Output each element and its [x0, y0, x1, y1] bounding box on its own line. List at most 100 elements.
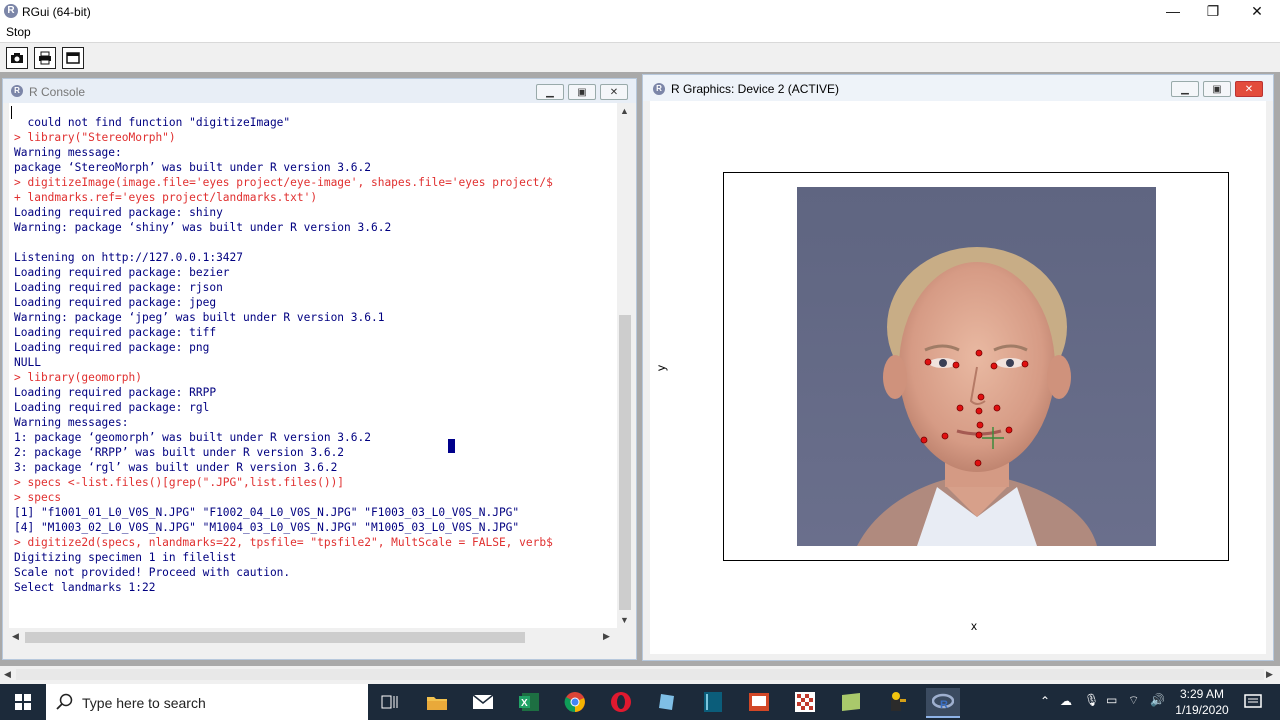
chrome-button[interactable] [560, 688, 590, 716]
cloud-icon[interactable]: ☁ [1060, 694, 1072, 708]
main-horizontal-scrollbar[interactable]: ◀ ▶ [0, 666, 1280, 684]
clock-time: 3:29 AM [1179, 687, 1225, 701]
horizontal-scroll-thumb[interactable] [25, 632, 525, 643]
console-restore-button[interactable]: ▣ [568, 84, 596, 100]
scroll-left-icon[interactable]: ◀ [12, 631, 19, 642]
scroll-track[interactable] [16, 669, 1264, 680]
console-horizontal-scrollbar[interactable]: ◀ ▶ [9, 629, 617, 645]
volume-icon[interactable]: 🔊 [1150, 693, 1165, 707]
start-button[interactable] [0, 684, 46, 720]
restore-icon: ▣ [577, 86, 587, 98]
scroll-right-icon[interactable]: ▶ [603, 631, 610, 642]
console-text-area[interactable]: could not find function "digitizeImage" >… [9, 103, 617, 628]
console-line: Loading required package: png [14, 341, 210, 354]
console-minimize-button[interactable]: ▁ [536, 84, 564, 100]
close-icon: ✕ [609, 86, 619, 98]
console-line: Select landmarks 1:22 [14, 581, 156, 594]
powerpoint-button[interactable] [744, 688, 774, 716]
svg-text:R: R [940, 699, 948, 711]
scroll-left-icon[interactable]: ◀ [4, 669, 11, 680]
windows-logo-icon [15, 694, 31, 710]
graphics-minimize-button[interactable]: ▁ [1171, 81, 1199, 97]
graphics-restore-button[interactable]: ▣ [1203, 81, 1231, 97]
console-line: Loading required package: jpeg [14, 296, 217, 309]
console-vertical-scrollbar[interactable]: ▲ ▼ [617, 103, 633, 628]
notification-icon [1244, 694, 1262, 708]
r-logo-icon: R [11, 85, 23, 97]
app-titlebar: R RGui (64-bit) — ❐ ✕ [0, 0, 1280, 24]
network-icon[interactable]: ▭ [1106, 693, 1117, 707]
face-photo[interactable] [797, 187, 1156, 546]
console-line: > specs <-list.files()[grep(".JPG",list.… [14, 476, 345, 489]
taskbar-search-box[interactable]: Type here to search [46, 684, 368, 720]
console-line: Loading required package: rjson [14, 281, 223, 294]
close-button[interactable]: ✕ [1234, 0, 1280, 24]
console-line: Loading required package: bezier [14, 266, 230, 279]
search-placeholder[interactable]: Type here to search [82, 695, 206, 711]
console-line: > library("StereoMorph") [14, 131, 176, 144]
task-view-button[interactable] [375, 688, 405, 716]
graphics-titlebar[interactable]: R R Graphics: Device 2 (ACTIVE) ▁ ▣ ✕ [643, 75, 1273, 101]
vertical-scroll-thumb[interactable] [619, 315, 631, 610]
chevron-up-icon[interactable]: ⌃ [1040, 694, 1050, 708]
console-line: Loading required package: shiny [14, 206, 223, 219]
minimize-icon: ▁ [1181, 83, 1189, 95]
print-button[interactable] [34, 47, 56, 69]
scroll-right-icon[interactable]: ▶ [1266, 669, 1273, 680]
copy-icon [11, 53, 23, 63]
mail-button[interactable] [468, 688, 498, 716]
book-icon [704, 692, 722, 712]
console-line: Scale not provided! Proceed with caution… [14, 566, 291, 579]
text-cursor [448, 439, 455, 453]
console-line: Loading required package: RRPP [14, 386, 217, 399]
r-graphics-window[interactable]: R R Graphics: Device 2 (ACTIVE) ▁ ▣ ✕ y … [642, 74, 1274, 661]
r-console-window[interactable]: R R Console ▁ ▣ ✕ could not find functio… [2, 78, 637, 660]
game-app-button[interactable] [882, 688, 912, 716]
console-line: 2: package ‘RRPP’ was built under R vers… [14, 446, 345, 459]
console-line: [1] "f1001_01_L0_V0S_N.JPG" "F1002_04_L0… [14, 506, 520, 519]
graphics-close-button[interactable]: ✕ [1235, 81, 1263, 97]
rgui-taskbar-button[interactable]: R [926, 688, 960, 718]
y-axis-label: y [654, 365, 668, 371]
folder-icon [427, 697, 447, 710]
console-line: > digitize2d(specs, nlandmarks=22, tpsfi… [14, 536, 553, 549]
console-titlebar[interactable]: R R Console ▁ ▣ ✕ [3, 79, 636, 103]
presentation-icon [749, 693, 769, 711]
app-title: RGui (64-bit) [22, 5, 91, 19]
console-line: Warning: package ‘jpeg’ was built under … [14, 311, 385, 324]
notifications-button[interactable] [1238, 688, 1268, 716]
console-line: package ‘StereoMorph’ was built under R … [14, 161, 371, 174]
copy-button[interactable] [6, 47, 28, 69]
windows-taskbar: Type here to search X R ⌃ ☁ 🎙 ▭ ⌔ 🔊 3:29… [0, 684, 1280, 720]
scroll-up-icon[interactable]: ▲ [620, 106, 629, 116]
restore-icon: ▣ [1212, 83, 1222, 95]
excel-button[interactable]: X [514, 688, 544, 716]
console-line: Digitizing specimen 1 in filelist [14, 551, 237, 564]
console-line: Loading required package: tiff [14, 326, 217, 339]
r-logo-icon: R [932, 693, 954, 711]
console-close-button[interactable]: ✕ [600, 84, 628, 100]
file-explorer-button[interactable] [422, 688, 452, 716]
scroll-down-icon[interactable]: ▼ [620, 615, 629, 625]
book-app-button[interactable] [698, 688, 728, 716]
grid-app-button[interactable] [790, 688, 820, 716]
wifi-icon[interactable]: ⌔ [1128, 693, 1139, 708]
console-line: > digitizeImage(image.file='eyes project… [14, 176, 553, 189]
opera-icon [611, 692, 631, 712]
console-line: could not find function "digitizeImage" [14, 116, 291, 129]
graphics-canvas[interactable]: y x [650, 101, 1266, 654]
opera-button[interactable] [606, 688, 636, 716]
stop-button[interactable] [62, 47, 84, 69]
close-icon: ✕ [1244, 83, 1254, 95]
notes-app-button[interactable] [836, 688, 866, 716]
menu-stop[interactable]: Stop [6, 25, 31, 39]
note-icon [842, 693, 860, 711]
console-line: Warning message: [14, 146, 122, 159]
clock-date: 1/19/2020 [1175, 703, 1229, 717]
console-line: NULL [14, 356, 41, 369]
restore-button[interactable]: ❐ [1190, 0, 1236, 24]
taskbar-clock[interactable]: 3:29 AM 1/19/2020 [1172, 686, 1232, 718]
microphone-icon[interactable]: 🎙 [1084, 693, 1099, 707]
figure-icon [891, 692, 906, 711]
sticky-app-button[interactable] [652, 688, 682, 716]
